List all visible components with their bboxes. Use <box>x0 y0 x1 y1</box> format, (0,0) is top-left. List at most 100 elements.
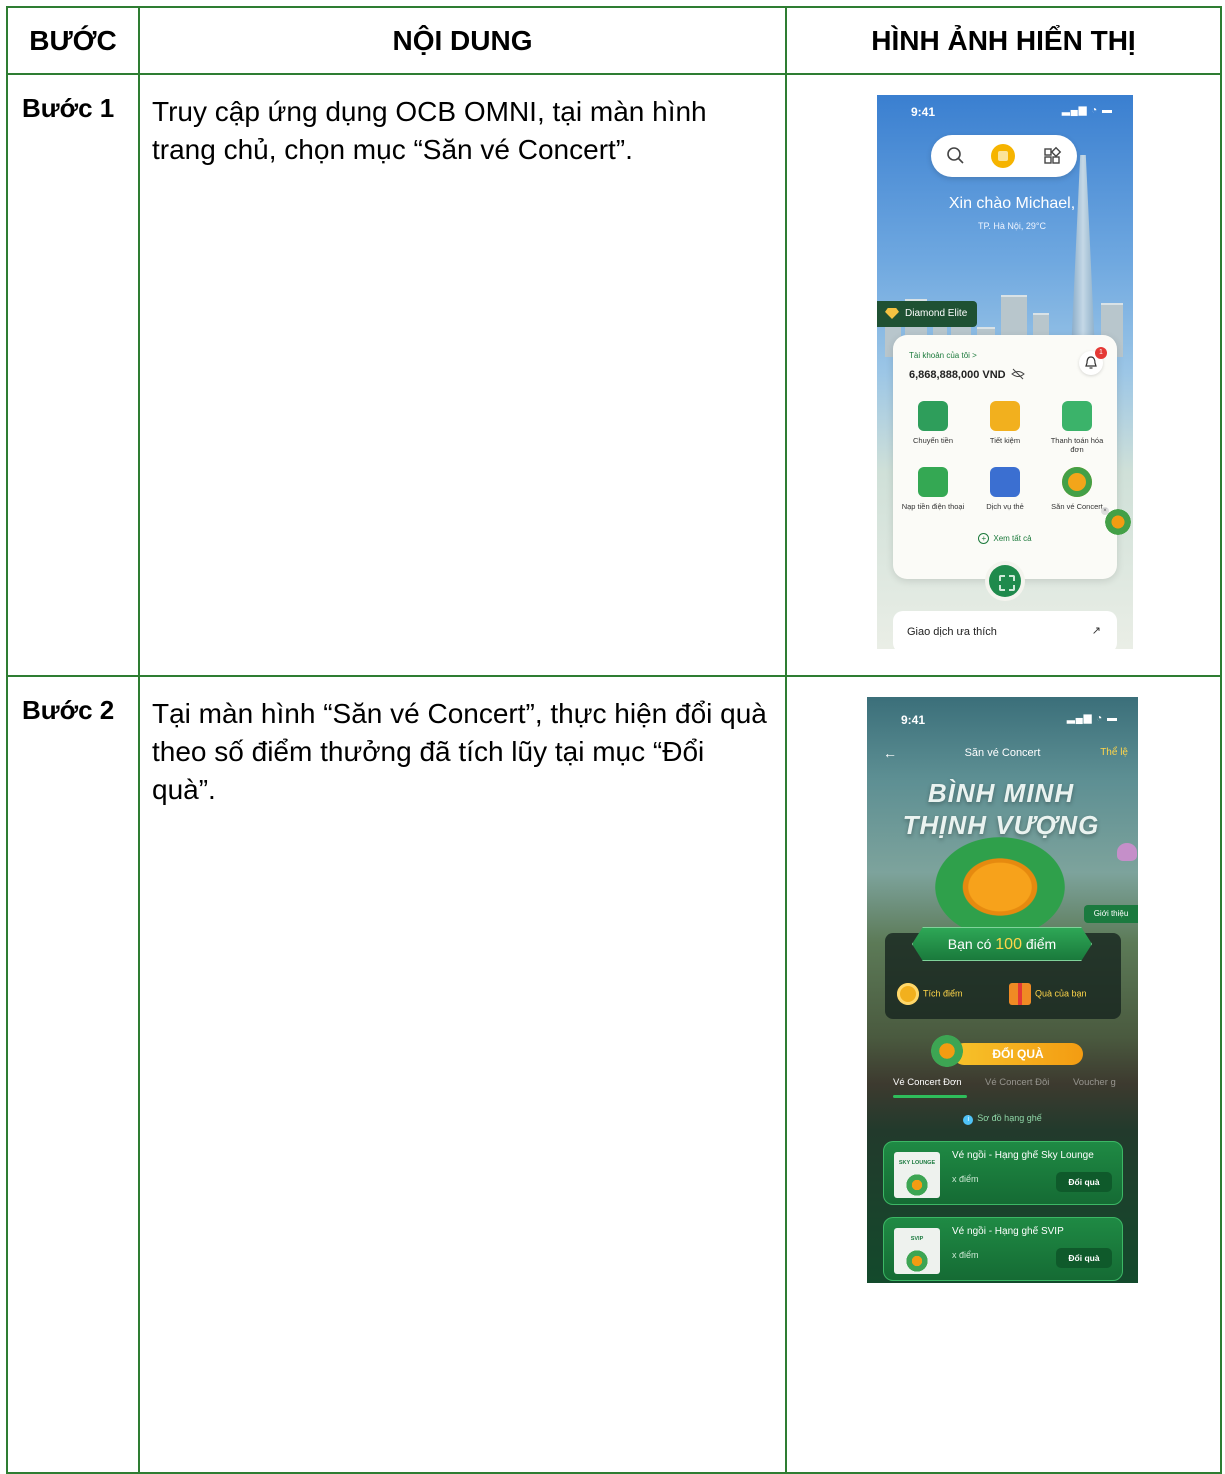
arrow-up-right-icon: ↗ <box>1091 625 1101 637</box>
favorite-label: Giao dịch ưa thích <box>907 626 997 638</box>
ticket-card: SVIP Vé ngồi - Hạng ghế SVIP x điểm Đổi … <box>883 1217 1123 1281</box>
top-action-pill[interactable] <box>931 135 1077 177</box>
ticket-points: x điểm <box>952 1250 979 1260</box>
coin-icon <box>897 983 919 1005</box>
tab-voucher[interactable]: Voucher g <box>1073 1077 1116 1088</box>
service-label: Săn vé Concert <box>1051 502 1103 511</box>
apps-grid-icon[interactable] <box>1041 145 1063 167</box>
signal-icon: ▂▄▆ ◔ ▬ <box>1061 105 1113 116</box>
service-label: Chuyển tiền <box>912 436 954 445</box>
tab-single-ticket[interactable]: Vé Concert Đơn <box>893 1077 962 1088</box>
active-tab-indicator <box>893 1095 967 1098</box>
intro-tab[interactable]: Giới thiệu <box>1084 905 1138 923</box>
sunflower-icon <box>904 1250 930 1272</box>
screenshot-cell: 9:41 ▂▄▆ ◔ ▬ ← Săn vé Concert Thể lệ BÌN… <box>785 675 1222 1474</box>
service-bill-payment[interactable]: Thanh toán hóa đơn <box>1045 401 1109 454</box>
step-label: Bước 1 <box>6 73 140 677</box>
location-weather: TP. Hà Nội, 29°C <box>978 221 1046 231</box>
points-value: 100 <box>995 936 1022 953</box>
points-banner: Bạn có 100 điểm <box>912 927 1092 961</box>
hide-balance-icon[interactable] <box>1011 367 1025 381</box>
sunflower-icon <box>904 1174 930 1196</box>
earn-points-label: Tích điểm <box>923 988 963 999</box>
service-concert-tickets[interactable]: Săn vé Concert <box>1045 467 1109 511</box>
notification-badge: 1 <box>1095 347 1107 359</box>
tier-label: Diamond Elite <box>905 308 968 319</box>
bell-icon <box>1085 356 1097 369</box>
signal-icon: ▂▄▆ ◔ ▬ <box>1066 713 1118 724</box>
ticket-card: SKY LOUNGE Vé ngồi - Hạng ghế Sky Lounge… <box>883 1141 1123 1205</box>
campaign-line-1: BÌNH MINH <box>927 778 1075 808</box>
campaign-logo: BÌNH MINH THỊNH VƯỢNG <box>901 777 1101 841</box>
view-all-label: Xem tất cả <box>993 534 1032 543</box>
service-card[interactable]: Dịch vụ thẻ <box>973 467 1037 511</box>
service-savings[interactable]: Tiết kiệm <box>973 401 1037 445</box>
ticket-thumbnail: SKY LOUNGE <box>894 1152 940 1198</box>
info-icon: i <box>963 1115 974 1125</box>
header-content: NỘI DUNG <box>138 6 787 75</box>
my-gifts-label: Quà của bạn <box>1035 988 1087 999</box>
service-transfer[interactable]: Chuyển tiền <box>901 401 965 445</box>
search-icon[interactable] <box>945 145 967 167</box>
jellyfish-balloon <box>1117 843 1137 861</box>
ticket-tier-tag: SKY LOUNGE <box>898 1160 936 1166</box>
view-all-link[interactable]: + Xem tất cả <box>893 533 1117 544</box>
diamond-icon <box>885 308 899 319</box>
ticket-name: Vé ngồi - Hạng ghế Sky Lounge <box>952 1150 1094 1161</box>
status-bar: 9:41 ▂▄▆ ◔ ▬ <box>877 105 1133 121</box>
greeting-text: Xin chào Michael, <box>948 195 1076 212</box>
notification-button[interactable]: 1 <box>1079 347 1107 375</box>
service-label: Nạp tiền điện thoại <box>901 502 965 511</box>
redeem-button[interactable]: Đổi quà <box>1056 1172 1112 1192</box>
phone-topup-icon <box>918 467 948 497</box>
step-description: Tại màn hình “Săn vé Concert”, thực hiện… <box>138 675 787 1474</box>
qr-scan-button[interactable] <box>989 565 1021 597</box>
favorite-transactions[interactable]: Giao dịch ưa thích ↗ <box>893 611 1117 649</box>
ticket-points: x điểm <box>952 1174 979 1184</box>
tab-double-ticket[interactable]: Vé Concert Đôi <box>985 1077 1049 1088</box>
rewards-coin-icon[interactable] <box>991 144 1015 168</box>
header-step: BƯỚC <box>6 6 140 75</box>
table-row: Bước 1 Truy cập ứng dụng OCB OMNI, tại m… <box>6 73 1222 677</box>
tier-badge: Diamond Elite <box>877 301 977 327</box>
sunflower-floating-icon[interactable] <box>1103 507 1133 537</box>
points-prefix: Bạn có <box>947 936 992 952</box>
card-icon <box>990 467 1020 497</box>
concert-screen-screenshot: 9:41 ▂▄▆ ◔ ▬ ← Săn vé Concert Thể lệ BÌN… <box>867 697 1138 1283</box>
service-label: Tiết kiệm <box>989 436 1021 445</box>
clock: 9:41 <box>901 713 926 727</box>
gift-icon <box>1009 983 1031 1005</box>
table-header-row: BƯỚC NỘI DUNG HÌNH ẢNH HIỂN THỊ <box>6 6 1222 75</box>
bill-icon <box>1062 401 1092 431</box>
seat-map-label: Sơ đồ hạng ghế <box>977 1113 1042 1123</box>
ticket-thumbnail: SVIP <box>894 1228 940 1274</box>
sunflower-mascot <box>935 837 1065 937</box>
redeem-header: ĐỔI QUÀ <box>953 1043 1083 1065</box>
plus-circle-icon: + <box>978 533 990 544</box>
sunflower-icon <box>929 1033 965 1069</box>
account-card: Tài khoản của tôi > 6,868,888,000 VND 1 <box>893 335 1117 579</box>
seat-map-link[interactable]: i Sơ đồ hạng ghế <box>867 1113 1138 1125</box>
points-suffix: điểm <box>1025 936 1057 952</box>
redeem-button[interactable]: Đổi quà <box>1056 1248 1112 1268</box>
screen-title: Săn vé Concert <box>964 747 1041 759</box>
service-label: Dịch vụ thẻ <box>986 502 1024 511</box>
account-balance: 6,868,888,000 VND <box>909 369 1006 381</box>
concert-ticket-icon <box>1062 467 1092 497</box>
ticket-name: Vé ngồi - Hạng ghế SVIP <box>952 1226 1064 1237</box>
ticket-tier-tag: SVIP <box>910 1236 924 1242</box>
instruction-table: BƯỚC NỘI DUNG HÌNH ẢNH HIỂN THỊ Bước 1 T… <box>6 6 1222 1474</box>
earn-points-button[interactable]: Tích điểm <box>897 983 963 1005</box>
table-row: Bước 2 Tại màn hình “Săn vé Concert”, th… <box>6 675 1222 1474</box>
rules-link[interactable]: Thể lệ <box>1100 747 1128 758</box>
service-mobile-topup[interactable]: Nạp tiền điện thoại <box>901 467 965 511</box>
savings-icon <box>990 401 1020 431</box>
my-account-link[interactable]: Tài khoản của tôi > <box>909 351 977 360</box>
clock: 9:41 <box>911 105 936 119</box>
home-screen-screenshot: 9:41 ▂▄▆ ◔ ▬ Xin chào Michael, TP. Hà Nộ… <box>877 95 1133 649</box>
step-label: Bước 2 <box>6 675 140 1474</box>
screenshot-cell: 9:41 ▂▄▆ ◔ ▬ Xin chào Michael, TP. Hà Nộ… <box>785 73 1222 677</box>
header-image: HÌNH ẢNH HIỂN THỊ <box>785 6 1222 75</box>
transfer-icon <box>918 401 948 431</box>
my-gifts-button[interactable]: Quà của bạn <box>1009 983 1087 1005</box>
